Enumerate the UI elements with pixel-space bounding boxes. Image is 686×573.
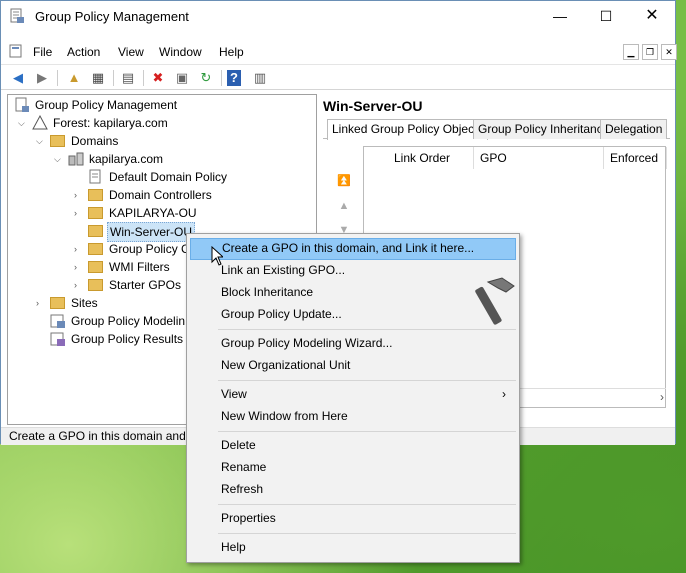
toolbar: ◀ ▶ ▲ ▦ ▤ ✖ ▣ ↻ ? ▥ bbox=[1, 64, 675, 90]
column-link-order[interactable]: Link Order bbox=[364, 147, 474, 169]
tree-label: KAPILARYA-OU bbox=[109, 206, 197, 220]
tree-label: Group Policy Results bbox=[71, 332, 184, 346]
tree-label: Default Domain Policy bbox=[109, 170, 228, 184]
menu-delete[interactable]: Delete bbox=[190, 435, 516, 457]
menu-refresh[interactable]: Refresh bbox=[190, 479, 516, 501]
folder-icon bbox=[88, 243, 103, 255]
column-gpo[interactable]: GPO bbox=[474, 147, 604, 169]
collapsed-chevron-icon[interactable]: › bbox=[74, 276, 84, 294]
tree-label: Domains bbox=[71, 134, 119, 148]
menu-new-window[interactable]: New Window from Here bbox=[190, 406, 516, 428]
folder-icon bbox=[88, 189, 103, 201]
modeling-icon bbox=[50, 314, 65, 328]
folder-icon bbox=[50, 297, 65, 309]
forest-icon bbox=[32, 115, 48, 130]
tree-label: Win-Server-OU bbox=[107, 222, 196, 242]
delete-icon[interactable]: ✖ bbox=[149, 69, 167, 87]
action-pane-icon[interactable]: ▥ bbox=[251, 69, 269, 87]
refresh-icon[interactable]: ↻ bbox=[197, 69, 215, 87]
menu-help[interactable]: Help bbox=[190, 537, 516, 559]
forward-arrow-icon[interactable]: ▶ bbox=[33, 69, 51, 87]
expanded-chevron-icon[interactable]: ⌵ bbox=[54, 150, 64, 168]
tab-inheritance[interactable]: Group Policy Inheritance bbox=[473, 119, 615, 139]
menu-separator bbox=[218, 533, 516, 534]
tree-label: Starter GPOs bbox=[109, 278, 182, 292]
tab-delegation[interactable]: Delegation bbox=[600, 119, 668, 139]
tree-label: Sites bbox=[71, 296, 98, 310]
minimize-button[interactable]: — bbox=[537, 1, 583, 31]
column-enforced[interactable]: Enforced bbox=[604, 147, 667, 169]
folder-icon bbox=[88, 261, 103, 273]
hammer-watermark-icon bbox=[475, 277, 515, 325]
mdi-restore-button[interactable]: ❐ bbox=[642, 44, 658, 60]
collapsed-chevron-icon[interactable]: › bbox=[36, 294, 46, 312]
menu-new-ou[interactable]: New Organizational Unit bbox=[190, 355, 516, 377]
back-arrow-icon[interactable]: ◀ bbox=[9, 69, 27, 87]
menu-view-label: View bbox=[221, 387, 247, 401]
mdi-minimize-button[interactable]: ▁ bbox=[623, 44, 639, 60]
menu-help[interactable]: Help bbox=[219, 45, 244, 59]
folder-icon bbox=[50, 135, 65, 147]
tab-linked-gpos[interactable]: Linked Group Policy Objects bbox=[327, 119, 489, 140]
console-tree-icon[interactable]: ▦ bbox=[89, 69, 107, 87]
tree-label: Group Policy Modelin bbox=[71, 314, 186, 328]
title-bar[interactable]: Group Policy Management — ☐ ✕ bbox=[1, 1, 675, 31]
scroll-right-icon[interactable]: › bbox=[660, 390, 664, 404]
maximize-button[interactable]: ☐ bbox=[583, 1, 629, 31]
menu-separator bbox=[218, 380, 516, 381]
clipboard-icon[interactable]: ▤ bbox=[119, 69, 137, 87]
menu-view[interactable]: View bbox=[118, 45, 144, 59]
tree-label: Group Policy C bbox=[109, 242, 190, 256]
menu-window[interactable]: Window bbox=[159, 45, 202, 59]
ou-title: Win-Server-OU bbox=[323, 98, 423, 114]
up-folder-icon[interactable]: ▲ bbox=[65, 69, 83, 87]
gpmc-app-icon bbox=[10, 8, 24, 23]
menu-separator bbox=[218, 329, 516, 330]
mouse-pointer-icon bbox=[211, 246, 223, 266]
folder-icon bbox=[88, 225, 103, 237]
collapsed-chevron-icon[interactable]: › bbox=[74, 258, 84, 276]
document-icon bbox=[9, 44, 22, 58]
expanded-chevron-icon[interactable]: ⌵ bbox=[18, 114, 28, 132]
menu-separator bbox=[218, 431, 516, 432]
menu-action[interactable]: Action bbox=[67, 45, 100, 59]
close-button[interactable]: ✕ bbox=[629, 1, 675, 31]
tree-label: Domain Controllers bbox=[109, 188, 212, 202]
folder-icon bbox=[88, 279, 103, 291]
tab-strip: Linked Group Policy Objects Group Policy… bbox=[323, 119, 670, 140]
menu-modeling-wizard[interactable]: Group Policy Modeling Wizard... bbox=[190, 333, 516, 355]
collapsed-chevron-icon[interactable]: › bbox=[74, 240, 84, 258]
gpo-link-icon bbox=[89, 169, 101, 184]
expanded-chevron-icon[interactable]: ⌵ bbox=[36, 132, 46, 150]
properties-icon[interactable]: ▣ bbox=[173, 69, 191, 87]
menu-bar: File Action View Window Help ▁ ❐ ✕ bbox=[1, 41, 677, 63]
submenu-arrow-icon: › bbox=[502, 387, 506, 401]
tree-label: WMI Filters bbox=[109, 260, 170, 274]
tree-label: Forest: kapilarya.com bbox=[53, 116, 168, 130]
tree-label: Group Policy Management bbox=[35, 98, 178, 112]
menu-file[interactable]: File bbox=[33, 45, 52, 59]
collapsed-chevron-icon[interactable]: › bbox=[74, 186, 84, 204]
menu-view[interactable]: View › bbox=[190, 384, 516, 406]
tree-label: kapilarya.com bbox=[89, 152, 164, 166]
move-top-icon[interactable]: ⏫ bbox=[335, 174, 353, 188]
domain-icon bbox=[68, 152, 84, 166]
menu-separator bbox=[218, 504, 516, 505]
menu-create-and-link-gpo[interactable]: Create a GPO in this domain, and Link it… bbox=[190, 238, 516, 260]
window-title: Group Policy Management bbox=[35, 9, 189, 24]
help-icon[interactable]: ? bbox=[227, 70, 241, 86]
move-up-icon[interactable]: ▲ bbox=[335, 200, 353, 214]
results-icon bbox=[50, 332, 65, 346]
mdi-close-button[interactable]: ✕ bbox=[661, 44, 677, 60]
collapsed-chevron-icon[interactable]: › bbox=[74, 204, 84, 222]
gpm-icon bbox=[15, 97, 29, 112]
folder-icon bbox=[88, 207, 103, 219]
menu-properties[interactable]: Properties bbox=[190, 508, 516, 530]
menu-rename[interactable]: Rename bbox=[190, 457, 516, 479]
